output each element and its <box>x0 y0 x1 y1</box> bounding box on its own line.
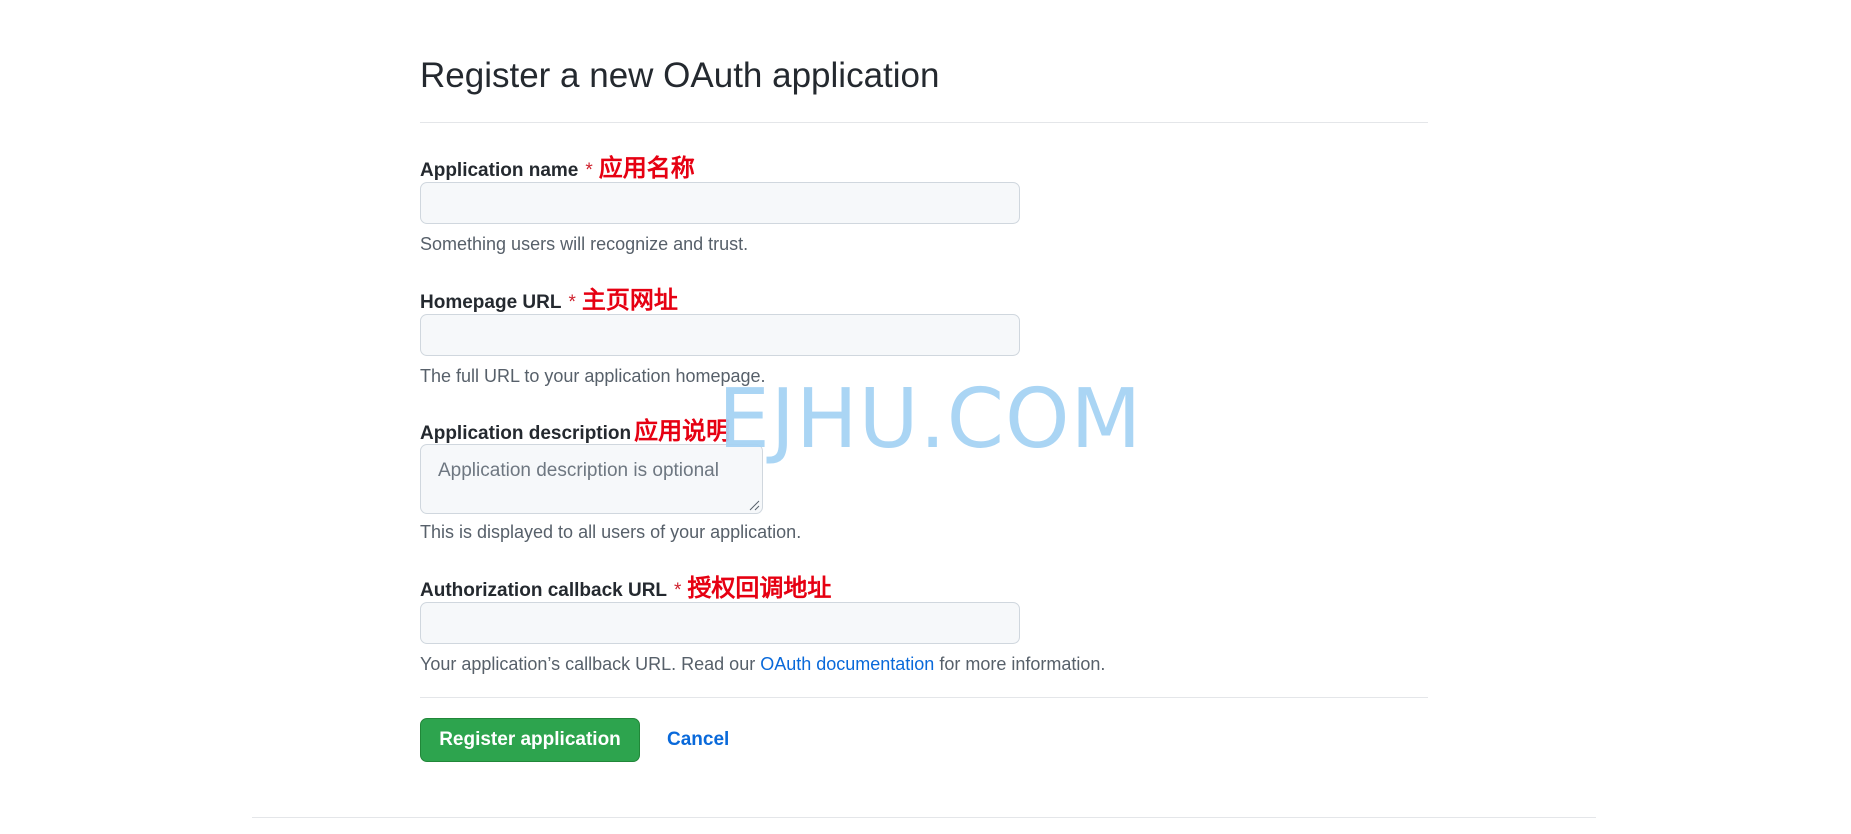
app-name-label: Application name * 应用名称 <box>420 148 695 183</box>
homepage-url-label-text: Homepage URL <box>420 292 562 313</box>
homepage-url-annotation: 主页网址 <box>581 286 678 314</box>
description-label: Application description 应用说明 <box>420 411 730 446</box>
callback-url-hint: Your application’s callback URL. Read ou… <box>420 654 1105 675</box>
register-application-button[interactable]: Register application <box>420 718 640 762</box>
actions-divider <box>420 697 1428 698</box>
required-mark: * <box>585 160 593 181</box>
callback-url-hint-after: for more information. <box>934 654 1106 674</box>
description-annotation: 应用说明 <box>634 417 731 445</box>
page-title: Register a new OAuth application <box>420 56 940 95</box>
oauth-documentation-link[interactable]: OAuth documentation <box>760 654 934 674</box>
homepage-url-input[interactable] <box>420 314 1020 356</box>
footer-divider <box>252 817 1596 818</box>
callback-url-label: Authorization callback URL * 授权回调地址 <box>420 568 831 603</box>
callback-url-label-text: Authorization callback URL <box>420 580 668 601</box>
description-label-text: Application description <box>420 423 632 444</box>
description-placeholder: Application description is optional <box>438 460 719 481</box>
callback-url-hint-before: Your application’s callback URL. Read ou… <box>420 654 761 674</box>
callback-url-annotation: 授权回调地址 <box>687 574 832 602</box>
app-name-input[interactable] <box>420 182 1020 224</box>
title-divider <box>420 122 1428 123</box>
callback-url-input[interactable] <box>420 602 1020 644</box>
description-hint: This is displayed to all users of your a… <box>420 522 802 542</box>
watermark: EJHU.COM <box>718 372 1143 467</box>
required-mark: * <box>568 292 576 313</box>
required-mark: * <box>674 580 682 601</box>
app-name-label-text: Application name <box>420 160 579 181</box>
homepage-url-label: Homepage URL * 主页网址 <box>420 280 678 315</box>
description-textarea[interactable]: Application description is optional <box>420 444 763 514</box>
homepage-url-hint: The full URL to your application homepag… <box>420 366 766 386</box>
cancel-button[interactable]: Cancel <box>667 718 729 762</box>
app-name-hint: Something users will recognize and trust… <box>420 234 749 254</box>
app-name-annotation: 应用名称 <box>598 154 695 182</box>
resize-handle-icon[interactable] <box>748 499 760 511</box>
